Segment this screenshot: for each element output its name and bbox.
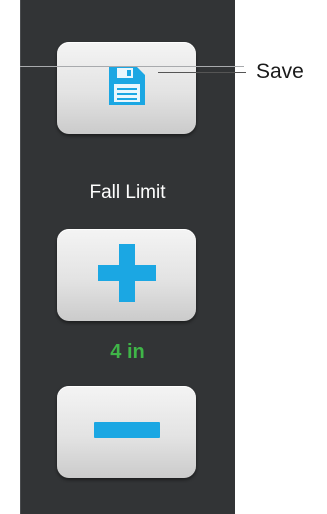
callout-guide-line — [20, 66, 244, 67]
callout-leader-line — [158, 72, 236, 73]
callout-tick — [236, 72, 246, 73]
fall-limit-label: Fall Limit — [89, 182, 166, 203]
fall-limit-screen: Fall Limit 4 in Save — [0, 0, 327, 514]
panel-edge — [20, 0, 21, 514]
floppy-disk-icon — [107, 65, 147, 112]
save-callout-label: Save — [256, 60, 304, 83]
plus-icon — [96, 242, 158, 309]
decrease-button[interactable] — [57, 386, 196, 478]
save-button[interactable] — [57, 42, 196, 134]
minus-icon — [92, 420, 162, 445]
fall-limit-value: 4 in — [110, 341, 145, 363]
increase-button[interactable] — [57, 229, 196, 321]
